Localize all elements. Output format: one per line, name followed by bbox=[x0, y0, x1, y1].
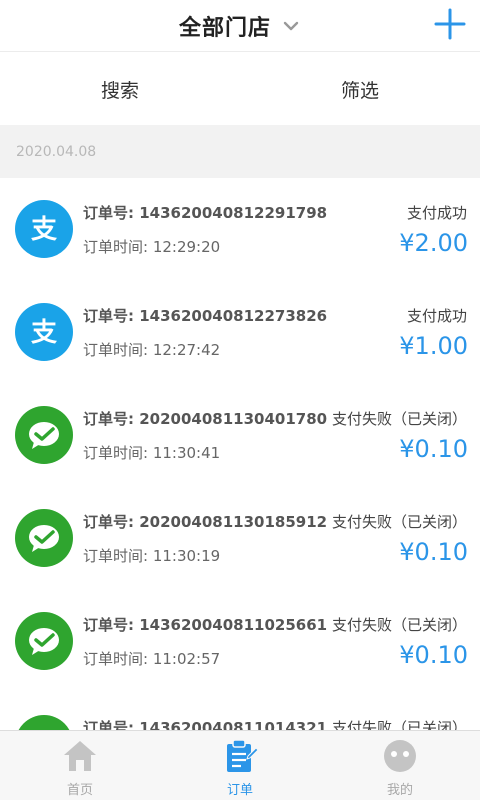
order-time: 订单时间: 12:29:20 bbox=[83, 238, 221, 256]
page-title: 全部门店 bbox=[178, 16, 271, 41]
nav-orders[interactable]: 订单 bbox=[160, 731, 320, 800]
order-amount: ¥1.00 bbox=[399, 332, 468, 360]
order-status: 支付成功 bbox=[406, 204, 467, 222]
nav-me-label: 我的 bbox=[386, 783, 413, 798]
order-row[interactable]: 订单号: 202004081130401780 订单时间: 11:30:41 支… bbox=[0, 384, 480, 487]
order-number: 订单号: 143620040811025661 bbox=[83, 616, 328, 634]
nav-home-label: 首页 bbox=[66, 783, 93, 798]
wechat-pay-icon bbox=[15, 509, 73, 567]
top-bar: 全部门店 bbox=[0, 0, 480, 52]
add-button[interactable] bbox=[428, 4, 472, 48]
order-amount: ¥0.10 bbox=[399, 538, 468, 566]
svg-text:支: 支 bbox=[31, 215, 57, 245]
order-status: 支付失败（已关闭） bbox=[331, 513, 467, 531]
wechat-pay-icon bbox=[15, 612, 73, 670]
order-amount: ¥0.10 bbox=[399, 435, 468, 463]
order-number: 订单号: 143620040812273826 bbox=[83, 307, 328, 325]
order-number: 订单号: 143620040811014321 bbox=[83, 719, 328, 730]
order-status: 支付失败（已关闭） bbox=[331, 410, 467, 428]
profile-icon bbox=[380, 737, 420, 775]
order-status: 支付失败（已关闭） bbox=[331, 719, 467, 730]
plus-icon bbox=[434, 8, 466, 44]
order-time: 订单时间: 11:02:57 bbox=[83, 650, 221, 668]
store-selector[interactable]: 全部门店 bbox=[0, 0, 480, 52]
order-status: 支付失败（已关闭） bbox=[331, 616, 467, 634]
search-filter-bar: 搜索 筛选 bbox=[0, 53, 480, 125]
alipay-icon: 支 bbox=[15, 200, 73, 258]
order-amount: ¥0.10 bbox=[399, 641, 468, 669]
order-row[interactable]: 订单号: 143620040811025661 订单时间: 11:02:57 支… bbox=[0, 590, 480, 693]
order-time: 订单时间: 11:30:19 bbox=[83, 547, 221, 565]
order-row[interactable]: 订单号: 143620040811014321 支付失败（已关闭） bbox=[0, 693, 480, 730]
nav-me[interactable]: 我的 bbox=[320, 731, 480, 800]
order-row[interactable]: 支 订单号: 143620040812273826 订单时间: 12:27:42… bbox=[0, 281, 480, 384]
wechat-pay-icon bbox=[15, 406, 73, 464]
orders-screen: 全部门店 搜索 筛选 2020.04.08 支 订单号: 14362004081… bbox=[0, 0, 480, 800]
orders-icon bbox=[220, 737, 260, 775]
chevron-down-icon bbox=[281, 16, 301, 36]
wechat-pay-icon bbox=[15, 715, 73, 730]
order-status: 支付成功 bbox=[406, 307, 467, 325]
search-button[interactable]: 搜索 bbox=[0, 53, 240, 125]
date-section-header: 2020.04.08 bbox=[0, 125, 480, 178]
order-amount: ¥2.00 bbox=[399, 229, 468, 257]
alipay-icon: 支 bbox=[15, 303, 73, 361]
order-time: 订单时间: 12:27:42 bbox=[83, 341, 221, 359]
order-row[interactable]: 支 订单号: 143620040812291798 订单时间: 12:29:20… bbox=[0, 178, 480, 281]
bottom-navigation: 首页 订单 我的 bbox=[0, 730, 480, 800]
order-number: 订单号: 143620040812291798 bbox=[83, 204, 328, 222]
filter-button[interactable]: 筛选 bbox=[240, 53, 480, 125]
order-row[interactable]: 订单号: 202004081130185912 订单时间: 11:30:19 支… bbox=[0, 487, 480, 590]
nav-orders-label: 订单 bbox=[226, 783, 253, 798]
home-icon bbox=[60, 737, 100, 775]
order-number: 订单号: 202004081130401780 bbox=[83, 410, 328, 428]
svg-text:支: 支 bbox=[31, 318, 57, 348]
order-number: 订单号: 202004081130185912 bbox=[83, 513, 328, 531]
nav-home[interactable]: 首页 bbox=[0, 731, 160, 800]
order-list[interactable]: 支 订单号: 143620040812291798 订单时间: 12:29:20… bbox=[0, 178, 480, 730]
order-time: 订单时间: 11:30:41 bbox=[83, 444, 221, 462]
